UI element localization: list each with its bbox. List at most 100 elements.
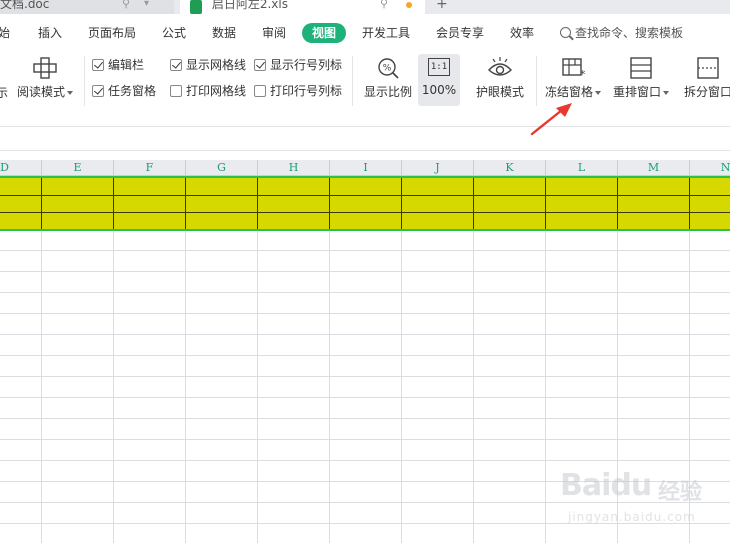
spreadsheet-icon (190, 0, 202, 14)
highlight-col-border (401, 178, 402, 230)
tab-xls[interactable]: 启日阿左2.xls ⚲ (180, 0, 425, 14)
menu-member[interactable]: 会员专享 (436, 24, 484, 42)
search-placeholder: 查找命令、搜索模板 (575, 26, 684, 40)
divider (536, 56, 537, 106)
column-header-f[interactable]: F (114, 160, 186, 176)
zoom-ratio-button[interactable]: % 显示比例 (360, 56, 416, 100)
chevron-down-icon (67, 90, 73, 95)
gridline (0, 250, 730, 251)
gridline (41, 176, 42, 543)
arrange-window-button[interactable]: 重排窗口 (610, 56, 672, 100)
checkbox-label: 打印网格线 (186, 84, 247, 98)
cut-label: 示 (0, 86, 9, 100)
menu-home[interactable]: 始 (0, 24, 10, 42)
zoom-ratio-label: 显示比例 (363, 85, 412, 99)
pin-icon[interactable]: ⚲ (122, 0, 130, 14)
annotation-arrow-icon (530, 103, 572, 136)
formula-bar-area[interactable] (0, 116, 730, 160)
gridline (0, 460, 730, 461)
gridline (0, 271, 730, 272)
column-header-i[interactable]: I (330, 160, 402, 176)
checkbox-unchecked-icon (170, 85, 182, 97)
checkbox-label: 任务窗格 (108, 84, 157, 98)
highlight-col-border (545, 178, 546, 230)
menu-page-layout[interactable]: 页面布局 (88, 24, 136, 42)
menu-formula[interactable]: 公式 (162, 24, 186, 42)
gridline (0, 313, 730, 314)
arrange-window-icon (630, 57, 652, 79)
checkbox-label: 显示网格线 (186, 58, 247, 72)
gridline (0, 418, 730, 419)
freeze-panes-button[interactable]: * 冻结窗格 (542, 56, 604, 100)
zoom-100-button[interactable]: 1:1 100% (418, 54, 460, 106)
split-window-button[interactable]: 拆分窗口 (678, 56, 730, 100)
gridline (185, 176, 186, 543)
column-header-e[interactable]: E (42, 160, 114, 176)
chevron-down-icon (663, 90, 669, 95)
menu-insert[interactable]: 插入 (38, 24, 62, 42)
tab-bar: 文档.doc ⚲ ▾ 启日阿左2.xls ⚲ + (0, 0, 730, 14)
command-search[interactable]: 查找命令、搜索模板 (560, 24, 683, 42)
checkbox-formula-bar[interactable]: 编辑栏 (92, 57, 144, 73)
column-header-g[interactable]: G (186, 160, 258, 176)
checkbox-label: 打印行号列标 (270, 84, 343, 98)
column-header-d[interactable]: D (0, 160, 42, 176)
checkbox-unchecked-icon (254, 85, 266, 97)
menu-review[interactable]: 审阅 (262, 24, 286, 42)
new-tab-button[interactable]: + (436, 0, 448, 14)
eye-protection-button[interactable]: 护眼模式 (472, 56, 528, 100)
checkbox-print-headings[interactable]: 打印行号列标 (254, 83, 342, 99)
column-header-h[interactable]: H (258, 160, 330, 176)
column-header-k[interactable]: K (474, 160, 546, 176)
tab-doc[interactable]: 文档.doc ⚲ ▾ (0, 0, 174, 14)
menu-developer-tools[interactable]: 开发工具 (362, 24, 410, 42)
svg-text:*: * (580, 68, 586, 80)
column-header-l[interactable]: L (546, 160, 618, 176)
checkbox-task-pane[interactable]: 任务窗格 (92, 83, 156, 99)
column-header-n[interactable]: N (690, 160, 730, 176)
highlight-col-border (617, 178, 618, 230)
chevron-down-icon[interactable]: ▾ (144, 0, 149, 14)
column-header-m[interactable]: M (618, 160, 690, 176)
gridline (0, 355, 730, 356)
checkbox-show-headings[interactable]: 显示行号列标 (254, 57, 342, 73)
unsaved-dot-icon (406, 2, 412, 8)
one-to-one-icon: 1:1 (428, 58, 450, 76)
checkbox-checked-icon (92, 59, 104, 71)
highlight-col-border (257, 178, 258, 230)
pin-icon[interactable]: ⚲ (380, 0, 388, 14)
checkbox-print-gridlines[interactable]: 打印网格线 (170, 83, 246, 99)
highlighted-rows[interactable] (0, 178, 730, 230)
divider (0, 150, 730, 151)
reading-mode-label: 阅读模式 (16, 85, 65, 99)
gridline (0, 334, 730, 335)
gridline (0, 397, 730, 398)
eye-icon (488, 57, 512, 76)
search-icon (560, 27, 571, 38)
divider (0, 126, 730, 127)
checkbox-label: 编辑栏 (108, 58, 145, 72)
gridline (0, 376, 730, 377)
checkbox-checked-icon (92, 85, 104, 97)
menu-data[interactable]: 数据 (212, 24, 236, 42)
gridline (329, 176, 330, 543)
menu-view[interactable]: 视图 (302, 23, 347, 43)
highlight-row-border (0, 195, 730, 196)
zoom-percent-icon: % (378, 58, 399, 79)
column-header-j[interactable]: J (402, 160, 474, 176)
checkbox-show-gridlines[interactable]: 显示网格线 (170, 57, 246, 73)
watermark: Baidu 经验 jingyan.baidu.com (560, 468, 720, 538)
zoom-value: 100% (421, 83, 457, 97)
arrange-window-label: 重排窗口 (612, 85, 661, 99)
highlight-col-border (185, 178, 186, 230)
gridline (113, 176, 114, 543)
menu-efficiency[interactable]: 效率 (510, 24, 534, 42)
highlight-row-border (0, 212, 730, 213)
watermark-cn: 经验 (658, 480, 703, 505)
gridline (257, 176, 258, 543)
gridline (401, 176, 402, 543)
highlight-col-border (473, 178, 474, 230)
reading-mode-button[interactable]: 阅读模式 (14, 56, 76, 100)
freeze-panes-icon: * (562, 58, 586, 80)
split-window-label: 拆分窗口 (683, 85, 730, 99)
